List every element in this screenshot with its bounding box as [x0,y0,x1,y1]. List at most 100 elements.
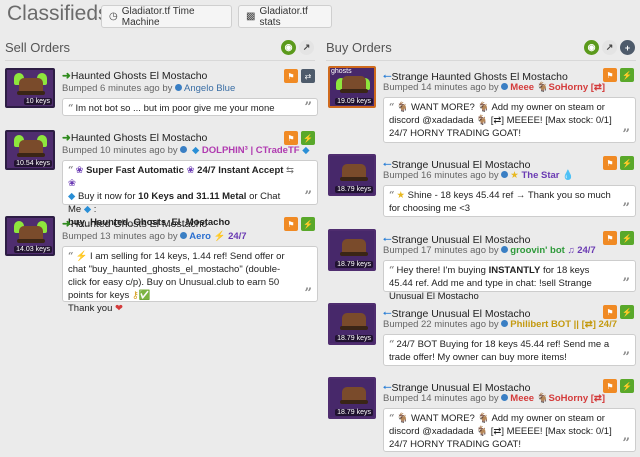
quote-icon: ” [304,100,312,115]
user-link[interactable]: Philibert BOT || [⇄] 24/7 [510,319,617,330]
listing: 18.79 keys 🠀Strange Unusual El Mostacho … [328,377,636,455]
user-link[interactable]: DOLPHIN³ | CTradeTF [202,145,300,156]
quote-icon: “ [68,165,74,176]
chart-icon: ▩ [246,11,256,22]
drop-icon: 💧 [562,170,574,181]
goat-icon: 🐐 [477,413,490,424]
listing-comment: “Im not bot so ... but im poor give me y… [62,98,318,116]
flag-icon[interactable]: ⚑ [284,69,298,83]
steam-icon [501,83,509,90]
flag-icon[interactable]: ⚑ [284,131,298,145]
swap-icon[interactable]: ⇄ [301,69,315,83]
listing-comment: “❀ Super Fast Automatic ❀ 24/7 Instant A… [62,160,318,228]
music-icon: ♫ [567,245,575,256]
flag-icon[interactable]: ⚑ [603,68,617,82]
flag-icon[interactable]: ⚑ [284,217,298,231]
quote-icon: “ [68,251,74,262]
diamond-icon: ◆ [83,204,92,215]
listing-actions: ⚑ ⚡ [603,68,634,82]
star-icon: ★ [396,190,405,201]
bolt-icon[interactable]: ⚡ [301,217,315,231]
flag-icon[interactable]: ⚑ [603,231,617,245]
quote-icon: ” [622,350,630,365]
steam-icon [501,320,509,327]
goat-icon: 🐐 [536,82,549,93]
time-machine-button[interactable]: ◷ Gladiator.tf Time Machine [101,5,232,28]
bump-info: Bumped 14 minutes ago by Meee 🐐SoHorny [… [383,393,606,404]
listing-actions: ⚑ ⚡ [284,131,315,145]
bolt-icon[interactable]: ⚡ [620,156,634,170]
quote-icon: “ [389,339,395,350]
item-thumbnail[interactable]: 10.54 keys [5,130,55,170]
listing-comment: “★ Shine - 18 keys 45.44 ref → Thank you… [383,185,636,217]
user-link[interactable]: Aero [189,231,211,242]
diamond-icon: ◆ [302,145,310,156]
bolt-icon[interactable]: ⚡ [620,379,634,393]
listing: 10 keys ➜Haunted Ghosts El Mostacho Bump… [5,68,318,122]
listing-actions: ⚑ ⚡ [603,156,634,170]
bump-info: Bumped 16 minutes ago by ★ The Star 💧 [383,170,574,181]
user-link[interactable]: Meee [510,393,534,404]
bolt-icon[interactable]: ⚡ [301,131,315,145]
steam-icon [180,146,188,153]
price-badge: 19.09 keys [335,98,373,105]
listing: 18.79 keys 🠀Strange Unusual El Mostacho … [328,229,636,302]
item-thumbnail[interactable]: 18.79 keys [328,303,376,345]
item-thumbnail[interactable]: ghosts 19.09 keys [328,66,376,108]
listing: 14.03 keys ➜Haunted Ghosts El Mostacho B… [5,216,318,314]
user-link[interactable]: Angelo Blue [184,83,235,94]
flag-icon[interactable]: ⚑ [603,379,617,393]
user-link[interactable]: The Star [521,170,559,181]
plus-icon[interactable]: + [620,40,635,55]
item-thumbnail[interactable]: 18.79 keys [328,154,376,196]
expand-icon[interactable]: ↗ [602,40,617,55]
price-badge: 14.03 keys [14,246,52,253]
goat-icon: 🐐 [536,393,549,404]
listing-actions: ⚑ ⚡ [284,217,315,231]
item-thumbnail[interactable]: 18.79 keys [328,229,376,271]
bolt-icon[interactable]: ⚡ [620,305,634,319]
price-badge: 10.54 keys [14,160,52,167]
item-name[interactable]: ➜Haunted Ghosts El Mostacho [62,218,207,230]
steam-icon [175,84,183,91]
arrow-right-icon: ➜ [62,70,71,82]
user-link[interactable]: Meee [510,82,534,93]
user-link[interactable]: groovin' bot [510,245,565,256]
steam-icon [501,246,509,253]
bump-info: Bumped 13 minutes ago by Aero ⚡ 24/7 [62,231,247,242]
item-thumbnail[interactable]: 10 keys [5,68,55,108]
goat-icon: 🐐 [396,413,409,424]
check-icon: ✅ [138,290,151,301]
listing-actions: ⚑ ⚡ [603,305,634,319]
flag-icon[interactable]: ⚑ [603,305,617,319]
price-badge: 18.79 keys [335,261,373,268]
goat-icon: 🐐 [477,102,490,113]
listing-comment: “Hey there! I'm buying INSTANTLY for 18 … [383,260,636,302]
price-badge: 18.79 keys [335,186,373,193]
steam-icon [501,394,509,401]
sell-divider [5,60,315,61]
item-name[interactable]: ➜Haunted Ghosts El Mostacho [62,70,207,82]
item-thumbnail[interactable]: 18.79 keys [328,377,376,419]
expand-icon[interactable]: ↗ [299,40,314,55]
spiral-icon: ❀ [68,178,76,189]
stats-button[interactable]: ▩ Gladiator.tf stats [238,5,332,28]
quote-icon: ” [304,286,312,301]
eye-icon[interactable]: ◉ [281,40,296,55]
quote-icon: ” [622,276,630,291]
bolt-icon[interactable]: ⚡ [620,231,634,245]
item-name[interactable]: ➜Haunted Ghosts El Mostacho [62,132,207,144]
bolt-icon[interactable]: ⚡ [620,68,634,82]
item-thumbnail[interactable]: 14.03 keys [5,216,55,256]
goat-icon: 🐐 [476,115,489,126]
bump-info: Bumped 10 minutes ago by ◆ DOLPHIN³ | CT… [62,145,310,156]
buy-tools: ◉ ↗ + [584,40,635,55]
buy-divider [326,60,636,61]
eye-icon[interactable]: ◉ [584,40,599,55]
heart-icon: ❤ [115,303,123,314]
swap-icon: ⇆ [286,165,295,176]
star-icon: ★ [510,170,519,181]
flag-icon[interactable]: ⚑ [603,156,617,170]
bump-info: Bumped 6 minutes ago by Angelo Blue [62,83,236,94]
goat-icon: 🐐 [476,426,489,437]
